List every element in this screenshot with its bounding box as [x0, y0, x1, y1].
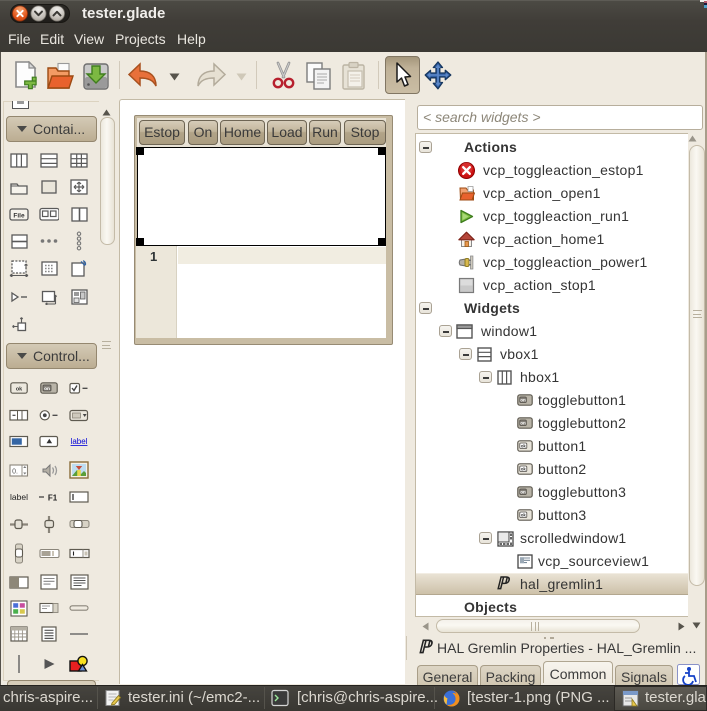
svg-text:ok: ok: [521, 443, 527, 448]
svg-text:ok: ok: [521, 512, 527, 517]
svg-text:on: on: [44, 387, 50, 392]
svg-text:ok: ok: [16, 386, 22, 392]
svg-text:File: File: [13, 212, 25, 219]
svg-text:F1: F1: [48, 493, 58, 502]
svg-text:on: on: [520, 398, 526, 403]
svg-text:ok: ok: [521, 466, 527, 471]
svg-text:label: label: [10, 492, 28, 502]
svg-text:label: label: [71, 437, 88, 446]
svg-text:on: on: [520, 490, 526, 495]
svg-text:0.: 0.: [12, 468, 18, 475]
svg-text:on: on: [520, 421, 526, 426]
